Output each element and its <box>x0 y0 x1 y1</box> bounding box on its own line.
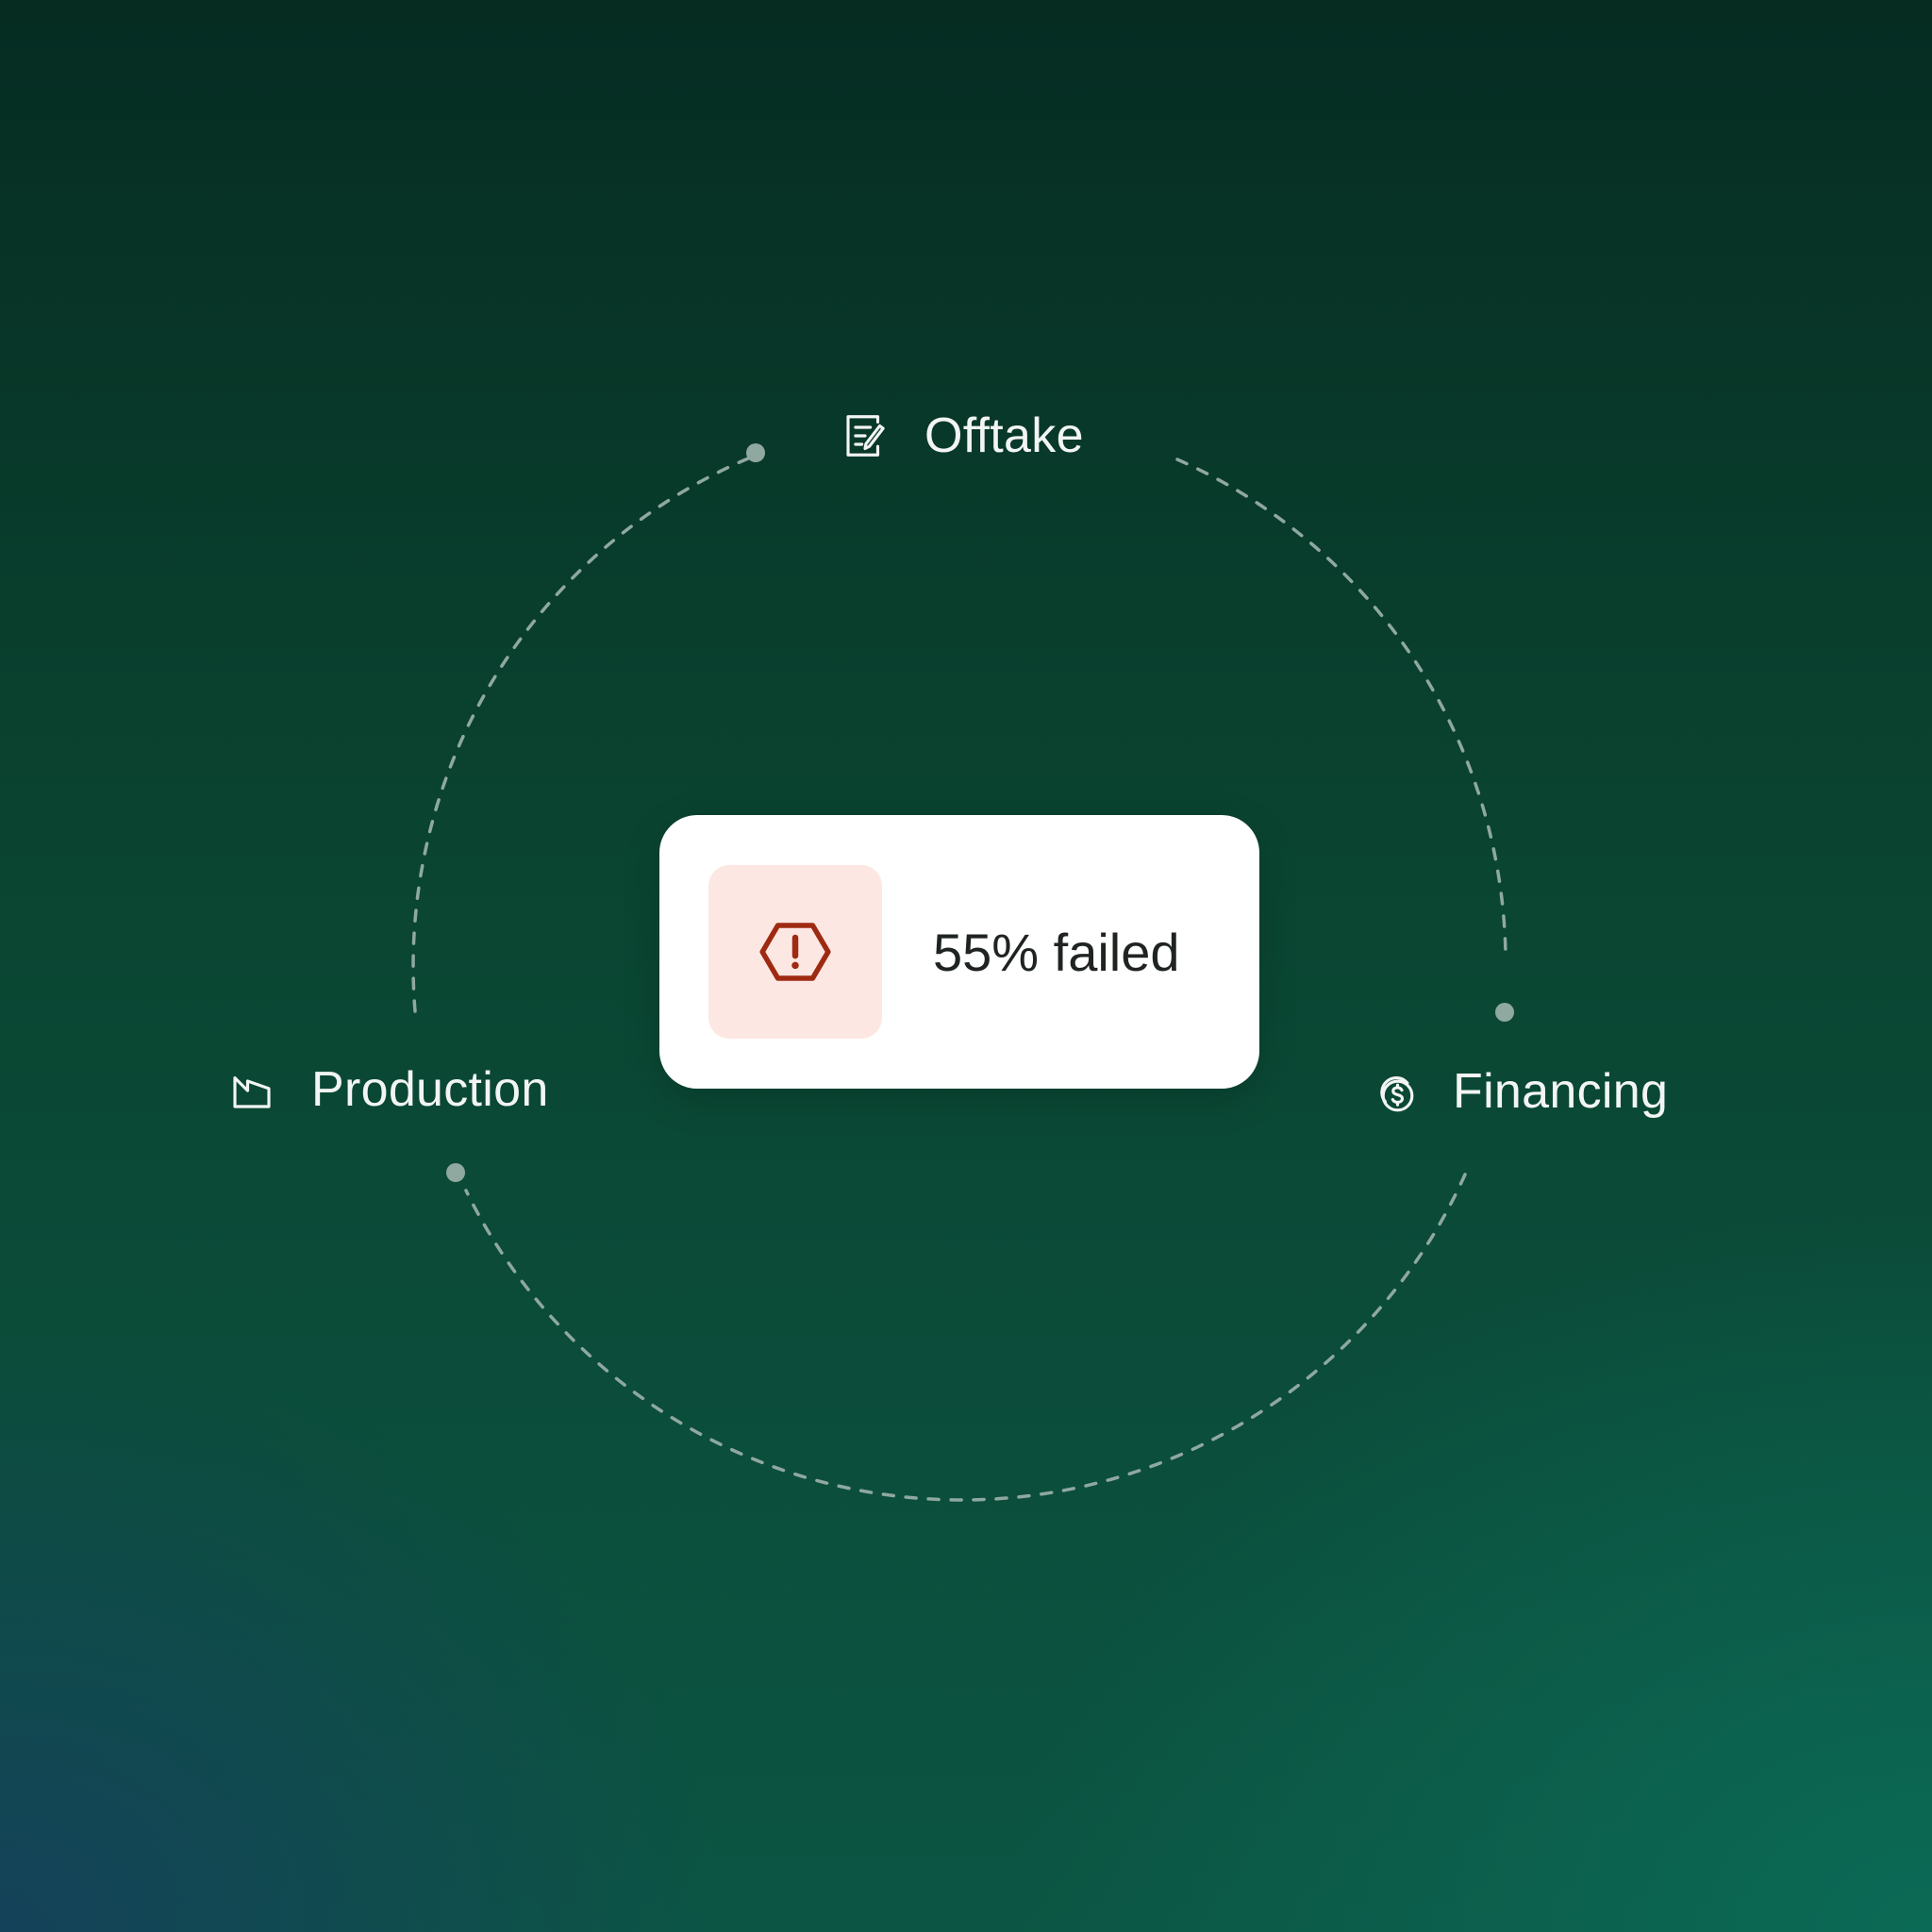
status-card: 55% failed <box>659 815 1259 1089</box>
connector-dot-production <box>446 1163 465 1182</box>
arc-financing-to-production <box>464 1173 1467 1502</box>
status-icon-box <box>708 865 882 1039</box>
warning-hexagon-icon <box>759 923 831 981</box>
coins-icon <box>1368 1066 1419 1117</box>
node-production: Production <box>226 1061 549 1118</box>
node-financing: Financing <box>1368 1063 1668 1120</box>
connector-dot-offtake <box>746 443 765 462</box>
node-financing-label: Financing <box>1453 1064 1669 1119</box>
node-production-label: Production <box>311 1062 549 1117</box>
factory-icon <box>226 1064 277 1115</box>
connector-dot-financing <box>1495 1003 1514 1022</box>
status-text: 55% failed <box>933 922 1180 982</box>
node-offtake-label: Offtake <box>924 408 1084 463</box>
document-edit-icon <box>840 410 891 461</box>
node-offtake: Offtake <box>840 408 1084 464</box>
